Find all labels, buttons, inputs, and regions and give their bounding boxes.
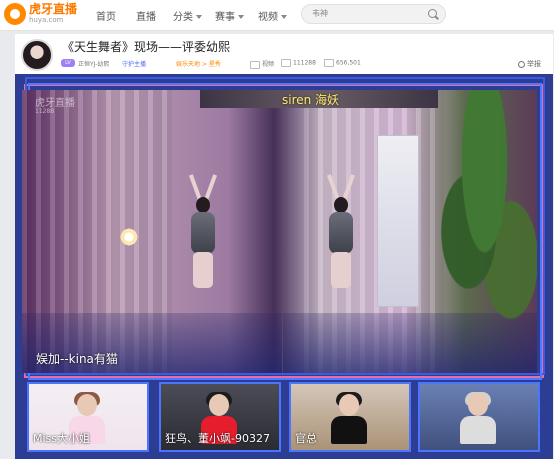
video-bottom-label: 娱加--kina有猫 [36,352,118,366]
nav-category[interactable]: 分类 [173,8,202,23]
subscriber-icon [324,59,334,67]
site-logo-subtext: huya.com [29,16,64,24]
report-button[interactable]: 举报 [518,59,541,69]
stream-thumbnail[interactable]: Miss大小姐 [27,382,149,452]
nav-category-label: 分类 [173,12,193,23]
dancer-right [324,174,358,292]
guard-link[interactable]: 守护主播 [122,59,146,68]
report-label: 举报 [527,60,541,68]
chevron-down-icon [196,15,202,19]
chevron-down-icon [281,15,287,19]
dancer-right-head [334,197,348,213]
chevron-down-icon [238,15,244,19]
viewer-count: 111288 [281,59,316,67]
stream-thumbnail[interactable]: 官总 [289,382,411,452]
nav-home[interactable]: 首页 [96,8,116,23]
stream-thumbnail[interactable]: 狂鸟、董小飒-90327 [159,382,281,452]
dancer-left [186,174,220,292]
huya-logo-icon[interactable] [4,3,26,25]
search-placeholder: 韦神 [312,9,328,18]
dancer-left-legs [193,252,213,288]
search-icon[interactable] [428,9,437,18]
site-logo-text[interactable]: 虎牙直播 [29,2,77,16]
nav-events-label: 赛事 [215,12,235,23]
report-icon [518,60,525,68]
subscriber-count: 656,501 [324,59,361,67]
stream-thumbnail-label: 官总 [295,432,317,445]
live-video[interactable] [22,90,537,373]
video-label: 视频 [262,61,275,68]
host-name[interactable]: 正恒YJ-幼熙 [78,59,109,68]
thumbnail-person-head [468,394,488,416]
thumbnail-person-body [460,416,496,444]
viewer-count-value: 111288 [293,59,316,67]
dancer-right-legs [331,252,351,288]
plant [432,90,537,373]
air-conditioner [377,135,419,307]
thumbnail-person-head [209,394,229,416]
video-split-line [282,90,283,373]
viewer-icon [281,59,291,67]
player-watermark-subtext: 11288 [35,108,55,115]
stream-thumbnail-label: 狂鸟、董小飒-90327 [165,432,270,445]
dancer-right-body [329,212,353,254]
thumbnail-person-head [339,394,359,416]
nav-videos[interactable]: 视频 [258,8,287,23]
thumbnail-person [460,392,496,444]
dancer-left-head [196,197,210,213]
nav-videos-label: 视频 [258,12,278,23]
video-top-banner-text: siren 海妖 [282,93,340,107]
lamp-light [120,228,138,246]
room-title: 《天生舞者》现场——评委幼熙 [62,40,231,54]
thumbnail-person-head [77,394,97,416]
nav-events[interactable]: 赛事 [215,8,244,23]
subscriber-count-value: 656,501 [336,59,361,67]
video-icon [250,60,260,69]
host-avatar[interactable] [21,39,53,71]
dancer-left-body [191,212,215,254]
stream-thumbnail-label: Miss大小姐 [33,432,91,445]
stream-thumbnail[interactable] [418,382,540,452]
host-level-badge: LV [61,59,75,67]
top-navigation: 虎牙直播 huya.com 首页 直播 分类 赛事 视频 韦神 [0,0,554,31]
category-link[interactable]: 娱乐天地 > 星秀 [176,59,221,68]
player-watermark: 虎牙直播 [35,98,75,109]
thumbnail-person-body [331,416,367,444]
video-link[interactable]: 视频 [250,59,274,69]
thumbnail-person [331,392,367,444]
nav-live[interactable]: 直播 [136,8,156,23]
search-input[interactable]: 韦神 [301,4,446,24]
